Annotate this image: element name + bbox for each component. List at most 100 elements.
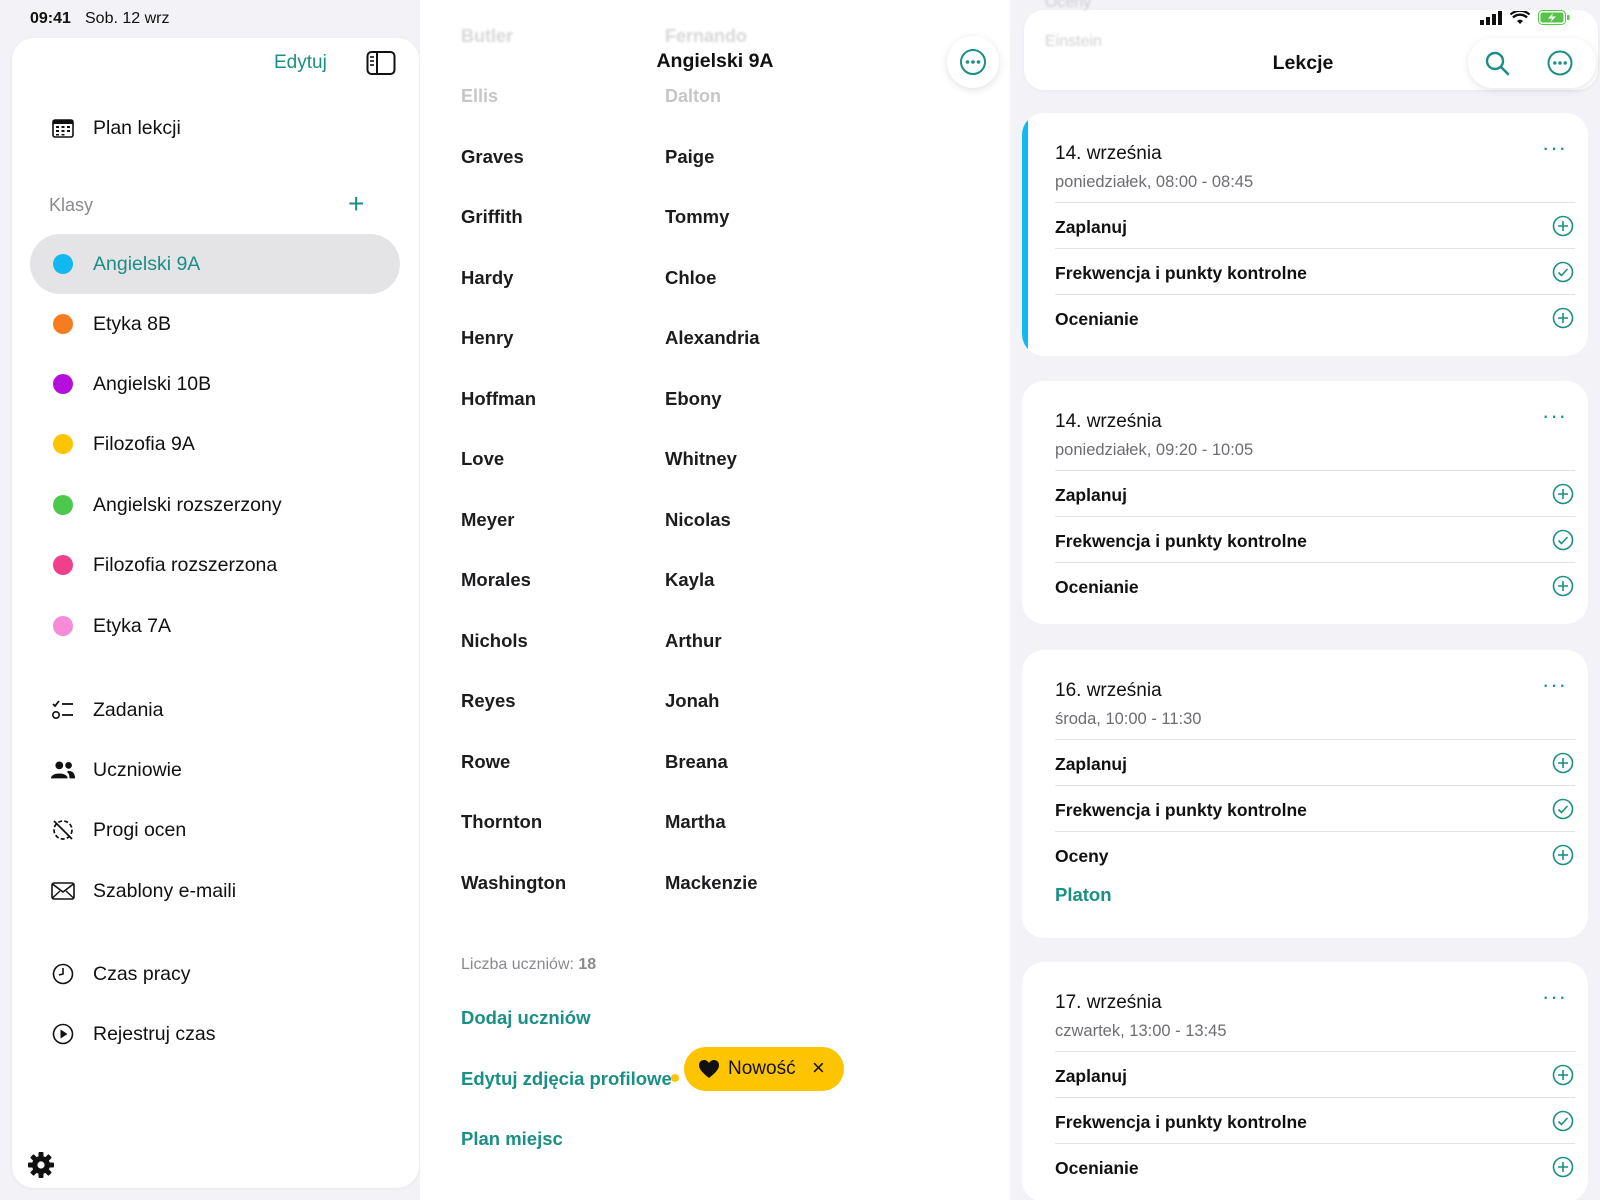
student-first-name: Whitney bbox=[665, 448, 737, 469]
lesson-action-row[interactable]: Frekwencja i punkty kontrolne bbox=[1055, 1097, 1575, 1143]
student-row[interactable]: Nichols Arthur bbox=[420, 630, 1010, 690]
class-color-dot bbox=[50, 492, 76, 518]
plus-circle-icon[interactable] bbox=[1552, 1064, 1574, 1086]
student-row[interactable]: Graves Paige bbox=[420, 146, 1010, 206]
class-color bbox=[53, 555, 73, 575]
student-row[interactable]: Hoffman Ebony bbox=[420, 388, 1010, 448]
lesson-date: 17. września bbox=[1055, 992, 1162, 1013]
add-students-link[interactable]: Dodaj uczniów bbox=[461, 1007, 591, 1029]
sidebar-toggle-icon[interactable] bbox=[366, 50, 396, 76]
sidebar-item-students[interactable]: Uczniowie bbox=[12, 742, 419, 798]
sidebar-item-schedule[interactable]: Plan lekcji bbox=[12, 100, 419, 156]
ellipsis-circle-icon[interactable] bbox=[1547, 50, 1573, 76]
student-count-label: Liczba uczniów: bbox=[461, 956, 574, 973]
lesson-action-row[interactable]: Ocenianie bbox=[1055, 1143, 1575, 1189]
sidebar-class-item[interactable]: Angielski 10B bbox=[12, 356, 419, 412]
lesson-action-label: Frekwencja i punkty kontrolne bbox=[1055, 531, 1307, 551]
student-row[interactable]: Rowe Breana bbox=[420, 751, 1010, 811]
plus-circle-icon[interactable] bbox=[1552, 307, 1574, 329]
edit-button[interactable]: Edytuj bbox=[274, 52, 327, 74]
plus-circle-icon[interactable] bbox=[1552, 844, 1574, 866]
faded-student-first: Dalton bbox=[665, 86, 721, 106]
student-row[interactable]: Henry Alexandria bbox=[420, 327, 1010, 387]
new-feature-badge[interactable]: Nowość × bbox=[684, 1047, 844, 1091]
sidebar-item-label: Szablony e-maili bbox=[93, 879, 237, 902]
linked-material-link[interactable]: Platon bbox=[1055, 884, 1112, 906]
sidebar-item-label: Czas pracy bbox=[93, 962, 191, 985]
lesson-action-row[interactable]: Oceny bbox=[1055, 831, 1575, 877]
sidebar-class-item[interactable]: Angielski 9A bbox=[30, 234, 400, 294]
edit-profile-photos-link[interactable]: Edytuj zdjęcia profilowe bbox=[461, 1068, 672, 1090]
lesson-more-button[interactable]: ··· bbox=[1542, 672, 1567, 698]
lesson-action-row[interactable]: Zaplanuj bbox=[1055, 1051, 1575, 1097]
lesson-more-button[interactable]: ··· bbox=[1542, 984, 1567, 1010]
lesson-more-button[interactable]: ··· bbox=[1542, 403, 1567, 429]
student-last-name: Love bbox=[461, 448, 505, 469]
student-row[interactable]: Hardy Chloe bbox=[420, 267, 1010, 327]
student-row[interactable]: Morales Kayla bbox=[420, 569, 1010, 629]
sidebar-class-item[interactable]: Filozofia rozszerzona bbox=[12, 537, 419, 593]
student-first-name: Kayla bbox=[665, 569, 715, 590]
close-icon[interactable]: × bbox=[812, 1055, 825, 1081]
check-circle-icon[interactable] bbox=[1552, 798, 1574, 820]
lesson-action-label: Ocenianie bbox=[1055, 1158, 1139, 1178]
lesson-action-label: Zaplanuj bbox=[1055, 1066, 1127, 1086]
status-bar: 09:41 Sob. 12 wrz bbox=[0, 0, 1600, 36]
student-row[interactable]: Meyer Nicolas bbox=[420, 509, 1010, 569]
check-circle-icon[interactable] bbox=[1552, 261, 1574, 283]
sidebar-item-grade-thresholds[interactable]: Progi ocen bbox=[12, 802, 419, 858]
play-icon bbox=[50, 1021, 76, 1047]
sidebar-class-item[interactable]: Etyka 8B bbox=[12, 296, 419, 352]
lesson-time: poniedziałek, 09:20 - 10:05 bbox=[1055, 441, 1254, 459]
student-first-name: Breana bbox=[665, 751, 728, 772]
seat-plan-link[interactable]: Plan miejsc bbox=[461, 1128, 563, 1150]
lesson-time: poniedziałek, 08:00 - 08:45 bbox=[1055, 173, 1254, 191]
plus-circle-icon[interactable] bbox=[1552, 483, 1574, 505]
student-row[interactable]: Thornton Martha bbox=[420, 811, 1010, 871]
lesson-action-label: Ocenianie bbox=[1055, 577, 1139, 597]
check-circle-icon[interactable] bbox=[1552, 529, 1574, 551]
sidebar-item-tasks[interactable]: Zadania bbox=[12, 682, 419, 738]
student-last-name: Hardy bbox=[461, 267, 514, 288]
lesson-action-label: Zaplanuj bbox=[1055, 485, 1127, 505]
plus-circle-icon[interactable] bbox=[1552, 1156, 1574, 1178]
check-circle-icon[interactable] bbox=[1552, 1110, 1574, 1132]
wifi-icon bbox=[1510, 10, 1530, 24]
sidebar-class-item[interactable]: Filozofia 9A bbox=[12, 416, 419, 472]
lesson-action-row[interactable]: Zaplanuj bbox=[1055, 739, 1575, 785]
student-row[interactable]: Griffith Tommy bbox=[420, 206, 1010, 266]
lesson-action-row[interactable]: Zaplanuj bbox=[1055, 202, 1575, 248]
grade-threshold-icon bbox=[50, 817, 76, 843]
lesson-action-row[interactable]: Zaplanuj bbox=[1055, 470, 1575, 516]
plus-circle-icon[interactable] bbox=[1552, 215, 1574, 237]
lesson-action-row[interactable]: Frekwencja i punkty kontrolne bbox=[1055, 248, 1575, 294]
badge-pointer bbox=[671, 1074, 679, 1082]
student-row[interactable]: Washington Mackenzie bbox=[420, 872, 1010, 932]
student-last-name: Graves bbox=[461, 146, 524, 167]
settings-gear-icon[interactable] bbox=[26, 1150, 56, 1180]
student-count-value: 18 bbox=[578, 956, 597, 973]
student-row[interactable]: Love Whitney bbox=[420, 448, 1010, 508]
more-options-button[interactable] bbox=[947, 36, 999, 88]
add-class-button[interactable]: + bbox=[348, 190, 378, 220]
search-icon[interactable] bbox=[1484, 50, 1510, 76]
lesson-action-label: Frekwencja i punkty kontrolne bbox=[1055, 1112, 1307, 1132]
lessons-panel: Oceny Einstein Lekcje 14. września ponie… bbox=[1010, 0, 1600, 1200]
sidebar-item-record-time[interactable]: Rejestruj czas bbox=[12, 1006, 419, 1062]
lesson-date: 14. września bbox=[1055, 411, 1162, 432]
lesson-action-row[interactable]: Frekwencja i punkty kontrolne bbox=[1055, 516, 1575, 562]
plus-circle-icon[interactable] bbox=[1552, 752, 1574, 774]
lesson-action-row[interactable]: Ocenianie bbox=[1055, 562, 1575, 608]
plus-circle-icon[interactable] bbox=[1552, 575, 1574, 597]
student-last-name: Rowe bbox=[461, 751, 511, 772]
sidebar: Edytuj Plan lekcji Klasy + Angielski 9A … bbox=[12, 38, 419, 1188]
sidebar-item-email-templates[interactable]: Szablony e-maili bbox=[12, 863, 419, 919]
lesson-action-row[interactable]: Frekwencja i punkty kontrolne bbox=[1055, 785, 1575, 831]
lesson-more-button[interactable]: ··· bbox=[1542, 135, 1567, 161]
lesson-action-row[interactable]: Ocenianie bbox=[1055, 294, 1575, 340]
student-last-name: Thornton bbox=[461, 811, 543, 832]
sidebar-class-item[interactable]: Etyka 7A bbox=[12, 598, 419, 654]
sidebar-class-item[interactable]: Angielski rozszerzony bbox=[12, 477, 419, 533]
sidebar-item-working-time[interactable]: Czas pracy bbox=[12, 946, 419, 1002]
student-row[interactable]: Reyes Jonah bbox=[420, 690, 1010, 750]
